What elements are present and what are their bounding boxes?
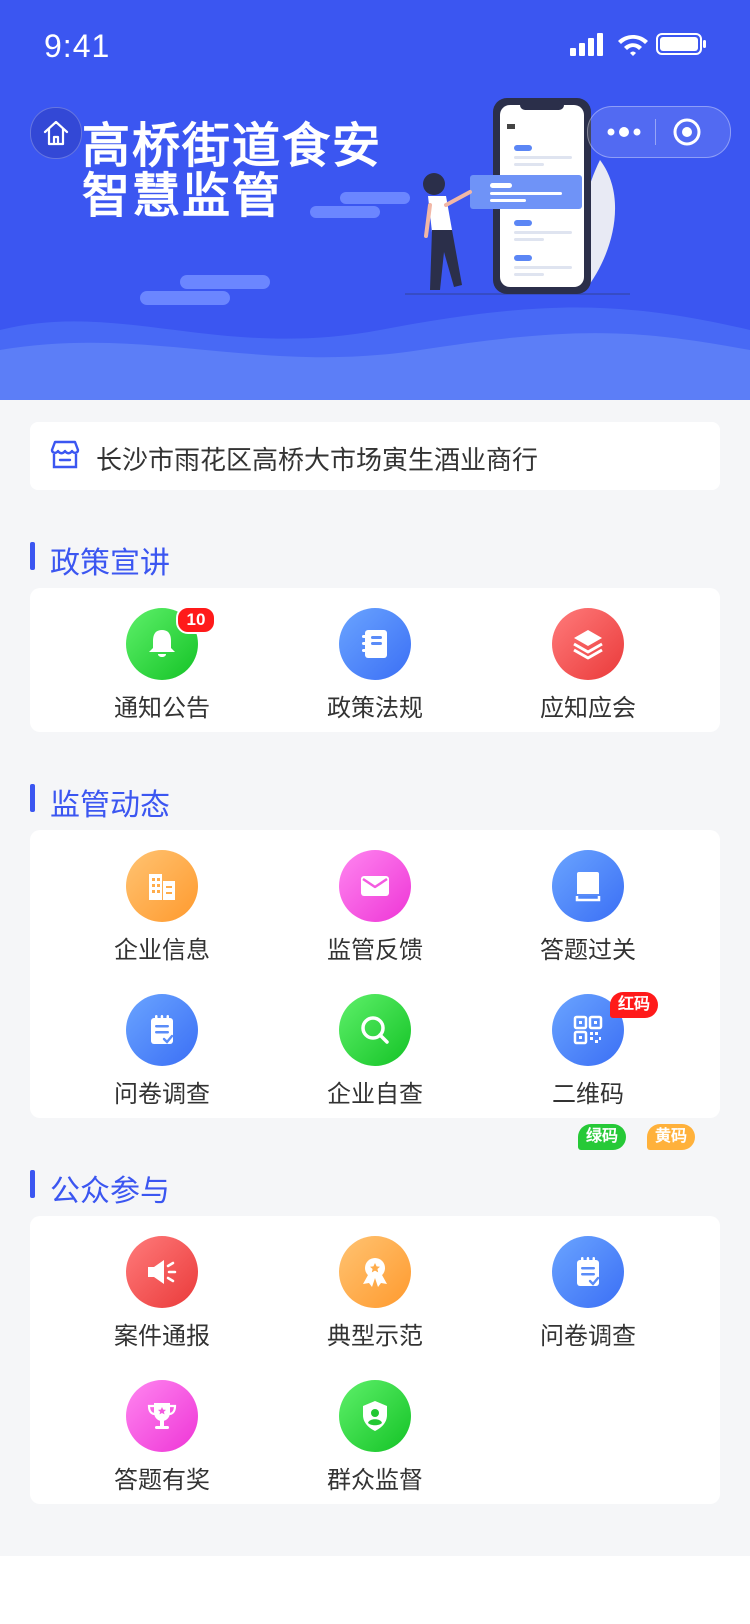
title-line-1: 高桥街道食安 — [82, 120, 383, 173]
model-icon-circle — [339, 1236, 411, 1308]
award-icon — [363, 1258, 387, 1287]
public-survey-icon-circle — [552, 1236, 624, 1308]
book-icon — [575, 872, 601, 902]
grid-item-regulations[interactable]: 政策法规 — [275, 608, 475, 728]
capsule-divider — [655, 119, 656, 145]
grid-item-label: 企业信息 — [114, 937, 210, 964]
grid-item-label: 监管反馈 — [327, 937, 423, 964]
trophy-icon — [147, 1403, 177, 1429]
grid-item-self-check[interactable]: 企业自查 — [275, 994, 475, 1114]
battery-icon — [656, 33, 706, 55]
grid-item-label: 问卷调查 — [540, 1323, 636, 1350]
grid-item-label: 群众监督 — [327, 1467, 423, 1494]
bell-icon — [149, 630, 175, 657]
section-card-policy: 10 通知公告 政策法规 应知应会 — [30, 588, 720, 732]
section-title-text: 监管动态 — [50, 789, 170, 822]
megaphone-icon — [148, 1260, 177, 1284]
quiz-pass-icon-circle — [552, 850, 624, 922]
yellow-code-tag: 黄码 — [647, 1124, 696, 1150]
title-line-2: 智慧监管 — [82, 170, 283, 223]
home-icon — [43, 120, 69, 146]
grid-item-company-info[interactable]: 企业信息 — [62, 850, 262, 970]
qrcode-icon — [573, 1015, 603, 1045]
section-accent-bar — [30, 1170, 35, 1198]
shield-user-icon — [363, 1401, 387, 1431]
grid-item-label: 案件通报 — [114, 1323, 210, 1350]
grid-item-label: 通知公告 — [114, 695, 210, 722]
knowledge-icon-circle — [552, 608, 624, 680]
close-target-icon[interactable] — [670, 115, 704, 149]
grid-item-case-report[interactable]: 案件通报 — [62, 1236, 262, 1356]
grid-item-label: 答题过关 — [540, 937, 636, 964]
grid-item-label: 政策法规 — [327, 695, 423, 722]
section-title-text: 政策宣讲 — [50, 547, 170, 580]
grid-item-qrcode[interactable]: 红码 二维码 — [488, 992, 688, 1114]
home-button[interactable] — [30, 107, 82, 159]
wifi-icon — [618, 35, 648, 56]
layers-icon — [573, 630, 603, 660]
grid-item-label: 应知应会 — [540, 695, 636, 722]
grid-item-notice[interactable]: 10 通知公告 — [62, 606, 262, 728]
feedback-icon-circle — [339, 850, 411, 922]
status-time: 9:41 — [44, 28, 111, 64]
company-info-icon-circle — [126, 850, 198, 922]
notice-count-badge: 10 — [176, 606, 216, 634]
header-banner: 9:41 高桥街道食安 智慧监管 — [0, 0, 750, 400]
grid-item-label: 二维码 — [552, 1081, 624, 1108]
section-accent-bar — [30, 542, 35, 570]
green-code-tag: 绿码 — [578, 1124, 627, 1150]
mail-icon — [361, 876, 389, 896]
grid-item-quiz-reward[interactable]: 答题有奖 — [62, 1380, 262, 1500]
section-title-text: 公众参与 — [50, 1175, 170, 1208]
grid-item-public-survey[interactable]: 问卷调查 — [488, 1236, 688, 1356]
section-card-supervision: 企业信息 监管反馈 答题过关 问卷调查 企业自查 红码 二维码 — [30, 830, 720, 1118]
clipboard-icon — [577, 1257, 600, 1286]
grid-item-feedback[interactable]: 监管反馈 — [275, 850, 475, 970]
search-icon — [361, 1016, 389, 1044]
grid-item-label: 典型示范 — [327, 1323, 423, 1350]
status-icons — [570, 33, 706, 56]
regulations-icon-circle — [339, 608, 411, 680]
survey-icon-circle — [126, 994, 198, 1066]
case-report-icon-circle — [126, 1236, 198, 1308]
signal-icon — [570, 33, 603, 56]
grid-item-public-supervision[interactable]: 群众监督 — [275, 1380, 475, 1500]
notebook-icon — [362, 630, 387, 658]
clipboard-icon — [151, 1015, 174, 1044]
mini-program-capsule — [587, 106, 731, 158]
store-icon — [50, 440, 80, 469]
grid-item-survey[interactable]: 问卷调查 — [62, 994, 262, 1114]
grid-item-knowledge[interactable]: 应知应会 — [488, 608, 688, 728]
section-card-public: 案件通报 典型示范 问卷调查 答题有奖 群众监督 — [30, 1216, 720, 1504]
grid-item-model[interactable]: 典型示范 — [275, 1236, 475, 1356]
grid-item-label: 企业自查 — [327, 1081, 423, 1108]
store-address-card[interactable]: 长沙市雨花区高桥大市场寅生酒业商行 — [30, 422, 720, 490]
building-icon — [149, 874, 175, 900]
public-supervision-icon-circle — [339, 1380, 411, 1452]
red-code-tag: 红码 — [610, 992, 659, 1018]
self-check-icon-circle — [339, 994, 411, 1066]
store-address-text: 长沙市雨花区高桥大市场寅生酒业商行 — [96, 445, 539, 475]
more-options-icon[interactable] — [604, 117, 644, 147]
quiz-reward-icon-circle — [126, 1380, 198, 1452]
page-title: 高桥街道食安 智慧监管 — [82, 122, 382, 222]
grid-item-quiz-pass[interactable]: 答题过关 — [488, 850, 688, 970]
grid-item-label: 问卷调查 — [114, 1081, 210, 1108]
grid-item-label: 答题有奖 — [114, 1467, 210, 1494]
section-accent-bar — [30, 784, 35, 812]
